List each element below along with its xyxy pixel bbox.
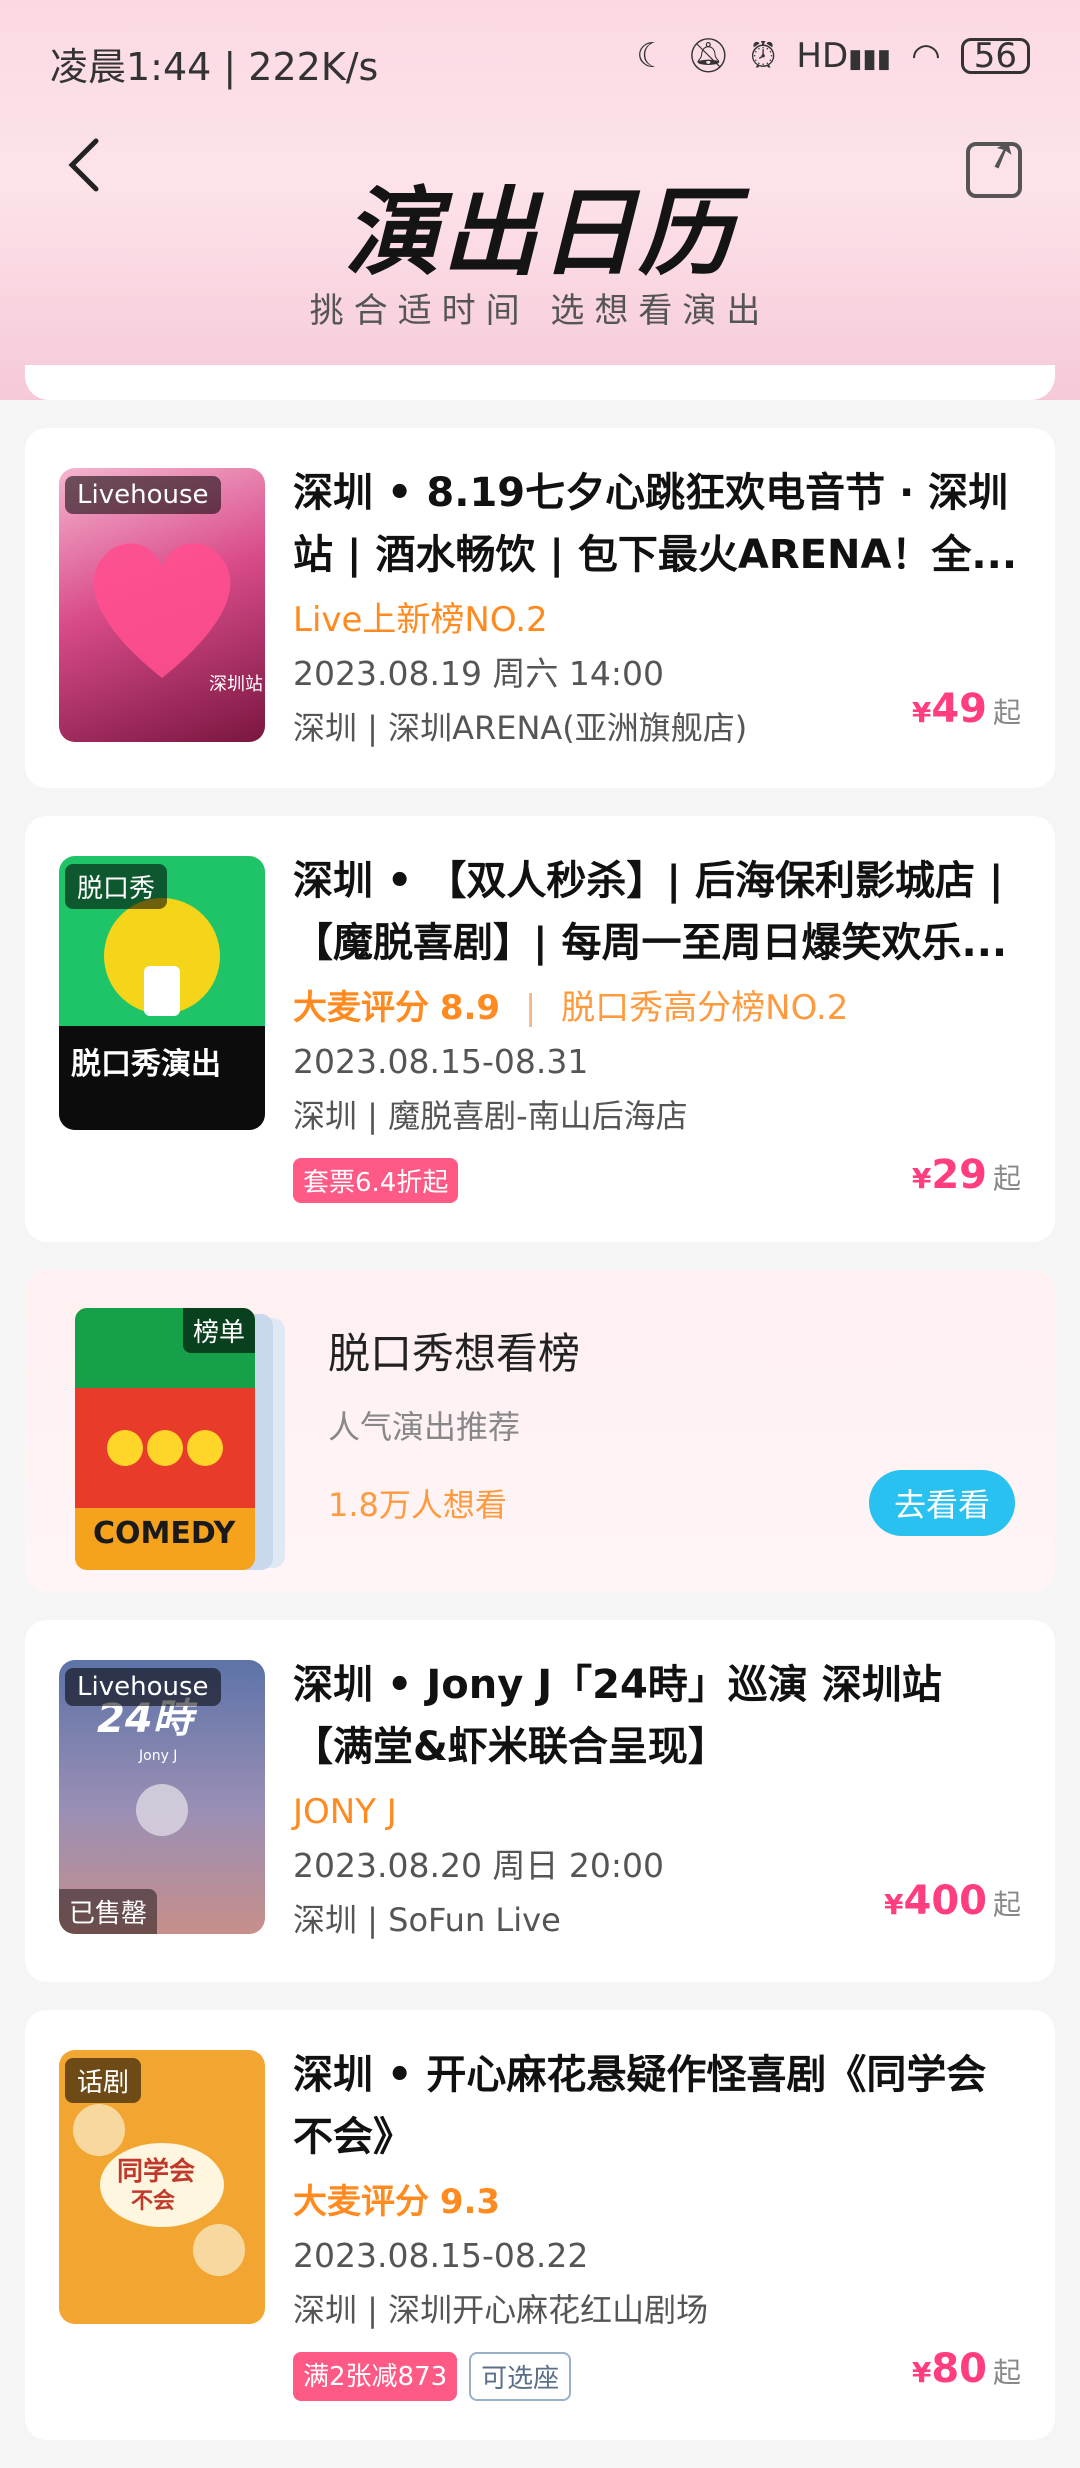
show-venue: 深圳 | 魔脱喜剧-南山后海店 xyxy=(293,1097,688,1135)
show-price: ¥49 起 xyxy=(911,686,1021,732)
show-card[interactable]: 深圳站 Livehouse 深圳 • 8.19七夕心跳狂欢电音节 · 深圳站 |… xyxy=(25,428,1055,788)
show-date: 2023.08.15-08.22 xyxy=(293,2236,589,2275)
mute-bell-icon: 🔕︎ xyxy=(686,36,730,76)
discount-badge: 套票6.4折起 xyxy=(293,1158,459,1203)
poster-tag: 脱口秀 xyxy=(65,864,168,909)
show-poster[interactable]: 脱口秀演出 脱口秀 xyxy=(59,856,265,1130)
list-top-stub xyxy=(25,365,1055,400)
svg-text:同学会: 同学会 xyxy=(117,2156,195,2187)
show-price: ¥80 起 xyxy=(911,2346,1021,2392)
ranking-card[interactable]: COMEDY 榜单 脱口秀想看榜 人气演出推荐 1.8万人想看 去看看 xyxy=(25,1270,1055,1592)
show-score-row: 大麦评分 9.3 xyxy=(293,2180,1021,2224)
discount-badge: 满2张减873 xyxy=(293,2352,458,2401)
show-card[interactable]: 同学会 不会 话剧 深圳 • 开心麻花悬疑作怪喜剧《同学会不会》 大麦评分 9.… xyxy=(25,2010,1055,2440)
svg-text:不会: 不会 xyxy=(131,2188,175,2214)
go-see-button[interactable]: 去看看 xyxy=(869,1470,1015,1536)
score-label: 大麦评分 xyxy=(293,2182,429,2222)
alarm-icon: ⏰︎ xyxy=(749,36,777,76)
show-card[interactable]: 脱口秀演出 脱口秀 深圳 • 【双人秒杀】| 后海保利影城店 | 【魔脱喜剧】|… xyxy=(25,816,1055,1242)
show-price: ¥400 起 xyxy=(884,1878,1021,1924)
show-date: 2023.08.15-08.31 xyxy=(293,1042,589,1081)
svg-text:脱口秀演出: 脱口秀演出 xyxy=(71,1047,221,1082)
poster-tag: 话剧 xyxy=(65,2058,142,2103)
show-venue: 深圳 | 深圳开心麻花红山剧场 xyxy=(293,2291,709,2329)
svg-text:Jony J: Jony J xyxy=(138,1748,177,1764)
show-card[interactable]: 24時 Jony J Livehouse 已售罄 深圳 • Jony J「24時… xyxy=(25,1620,1055,1982)
sold-out-tag: 已售罄 xyxy=(59,1889,158,1934)
show-poster[interactable]: 深圳站 Livehouse xyxy=(59,468,265,742)
show-title: 深圳 • 开心麻花悬疑作怪喜剧《同学会不会》 xyxy=(293,2052,987,2160)
svg-text:深圳站: 深圳站 xyxy=(209,674,263,695)
status-bar: 凌晨1:44 | 222K/s ☾ 🔕︎ ⏰︎ HD▮▮▮ ◠ 56 xyxy=(0,0,1080,120)
ranking-title: 脱口秀想看榜 xyxy=(328,1329,581,1378)
poster-tag: Livehouse xyxy=(65,476,221,514)
svg-text:COMEDY: COMEDY xyxy=(93,1516,237,1551)
show-title: 深圳 • 【双人秒杀】| 后海保利影城店 | 【魔脱喜剧】| 每周一至周日爆笑欢… xyxy=(293,858,1008,966)
show-poster[interactable]: 24時 Jony J Livehouse 已售罄 xyxy=(59,1660,265,1934)
show-score-row: 大麦评分 8.9 | 脱口秀高分榜NO.2 xyxy=(293,986,1021,1030)
show-title: 深圳 • Jony J「24時」巡演 深圳站【满堂&虾米联合呈现】 xyxy=(293,1662,942,1770)
signal-icon: HD▮▮▮ xyxy=(796,36,892,76)
score-value: 8.9 xyxy=(439,988,501,1028)
show-rank: 脱口秀高分榜NO.2 xyxy=(561,988,849,1028)
ranking-tag: 榜单 xyxy=(182,1308,255,1353)
ranking-desc: 人气演出推荐 xyxy=(328,1408,521,1446)
show-title: 深圳 • 8.19七夕心跳狂欢电音节 · 深圳站 | 酒水畅饮 | 包下最火AR… xyxy=(293,470,1018,578)
wifi-icon: ◠ xyxy=(911,36,941,76)
score-label: 大麦评分 xyxy=(293,988,429,1028)
show-rank: Live上新榜NO.2 xyxy=(293,600,548,640)
show-artist: JONY J xyxy=(293,1792,397,1832)
show-info: 深圳 • 【双人秒杀】| 后海保利影城店 | 【魔脱喜剧】| 每周一至周日爆笑欢… xyxy=(293,850,1021,1203)
page-title: 演出日历 xyxy=(344,177,736,289)
poster-tag: Livehouse xyxy=(65,1668,221,1706)
status-time: 凌晨1:44 | 222K/s xyxy=(50,45,379,89)
score-value: 9.3 xyxy=(439,2182,501,2222)
show-poster[interactable]: 同学会 不会 话剧 xyxy=(59,2050,265,2324)
moon-icon: ☾ xyxy=(636,36,667,76)
page-subtitle: 挑合适时间 选想看演出 xyxy=(309,291,771,331)
show-list: 深圳站 Livehouse 深圳 • 8.19七夕心跳狂欢电音节 · 深圳站 |… xyxy=(25,365,1055,2468)
status-icons: ☾ 🔕︎ ⏰︎ HD▮▮▮ ◠ 56 xyxy=(636,36,1030,76)
battery-icon: 56 xyxy=(960,38,1030,74)
seat-select-badge: 可选座 xyxy=(469,2352,572,2401)
show-price: ¥29 起 xyxy=(911,1152,1021,1198)
ranking-poster[interactable]: COMEDY 榜单 xyxy=(75,1308,255,1570)
ranking-want-count: 1.8万人想看 xyxy=(328,1486,507,1524)
divider: | xyxy=(524,988,537,1028)
